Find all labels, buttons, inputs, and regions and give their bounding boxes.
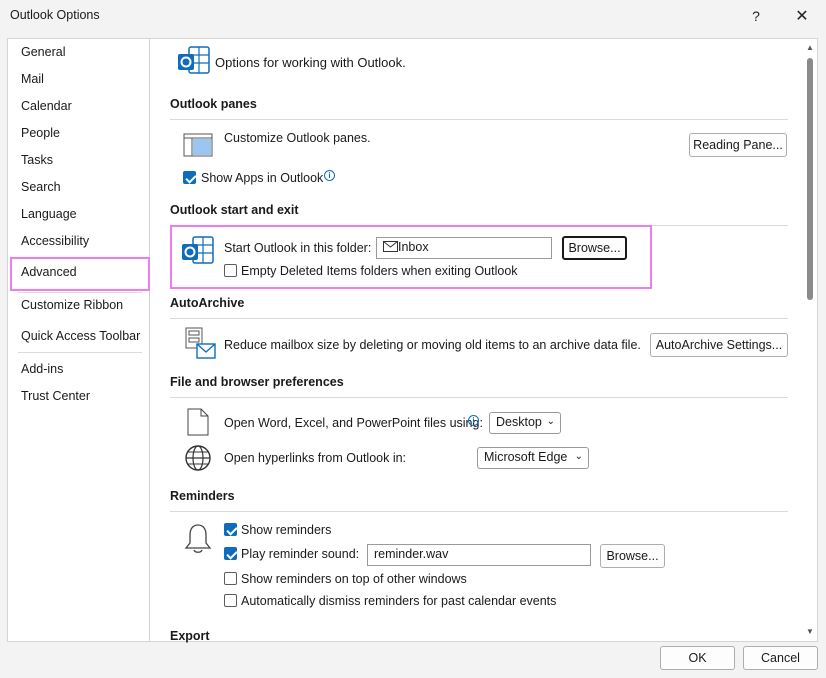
scrollbar-thumb[interactable] [807, 58, 813, 300]
mail-envelope-icon [383, 241, 398, 252]
show-apps-checkbox[interactable] [183, 171, 196, 184]
hyperlinks-value: Microsoft Edge [484, 450, 568, 464]
archive-mail-icon [185, 327, 216, 359]
window-title: Outlook Options [10, 8, 100, 22]
section-divider [170, 318, 788, 319]
start-folder-value: Inbox [398, 240, 429, 254]
hyperlinks-label: Open hyperlinks from Outlook in: [224, 451, 407, 465]
help-icon: ? [752, 8, 760, 24]
chevron-down-icon: ⌄ [574, 451, 583, 462]
sidebar-item-calendar[interactable]: Calendar [21, 99, 72, 113]
title-bar: Outlook Options ? ✕ [0, 0, 826, 32]
auto-dismiss-checkbox[interactable] [224, 594, 237, 607]
sidebar-divider [18, 292, 142, 293]
reading-pane-button[interactable]: Reading Pane... [689, 133, 787, 157]
reminder-sound-field[interactable]: reminder.wav [367, 544, 591, 566]
bell-icon [184, 524, 212, 553]
sidebar-item-customize-ribbon[interactable]: Customize Ribbon [21, 298, 123, 312]
section-title-autoarchive: AutoArchive [170, 296, 245, 310]
scroll-up-icon[interactable]: ▲ [806, 43, 814, 52]
help-button[interactable]: ? [742, 4, 770, 28]
reminders-on-top-checkbox[interactable] [224, 572, 237, 585]
section-title-outlook-panes: Outlook panes [170, 97, 257, 111]
reading-pane-button-label: Reading Pane... [693, 138, 783, 152]
sidebar-item-advanced[interactable]: Advanced [21, 265, 77, 279]
browse-button-label: Browse... [606, 549, 659, 563]
sidebar-item-search[interactable]: Search [21, 180, 61, 194]
section-title-export: Export [170, 629, 210, 643]
play-sound-label: Play reminder sound: [241, 547, 360, 561]
sidebar-item-add-ins[interactable]: Add-ins [21, 362, 63, 376]
autoarchive-settings-button[interactable]: AutoArchive Settings... [650, 333, 788, 357]
section-divider [170, 511, 788, 512]
sidebar-item-trust-center[interactable]: Trust Center [21, 389, 90, 403]
open-files-value: Desktop [496, 415, 542, 429]
document-icon [187, 408, 209, 436]
reminders-on-top-label: Show reminders on top of other windows [241, 572, 467, 586]
panes-layout-icon [183, 133, 213, 157]
start-folder-field[interactable]: Inbox [376, 237, 552, 259]
show-apps-label: Show Apps in Outlook [201, 171, 324, 185]
sidebar-item-accessibility[interactable]: Accessibility [21, 234, 89, 248]
show-reminders-checkbox[interactable] [224, 523, 237, 536]
ok-button[interactable]: OK [660, 646, 735, 670]
section-title-reminders: Reminders [170, 489, 235, 503]
sidebar-item-people[interactable]: People [21, 126, 60, 140]
chevron-down-icon: ⌄ [546, 416, 555, 427]
section-divider [170, 397, 788, 398]
scroll-down-icon[interactable]: ▼ [806, 627, 814, 636]
page-header-text: Options for working with Outlook. [215, 55, 406, 70]
info-icon[interactable]: i [324, 170, 335, 181]
outlook-logo-icon [182, 236, 214, 264]
sidebar-item-mail[interactable]: Mail [21, 72, 44, 86]
hyperlinks-select[interactable]: Microsoft Edge ⌄ [477, 447, 589, 469]
customize-panes-text: Customize Outlook panes. [224, 131, 371, 145]
autoarchive-settings-button-label: AutoArchive Settings... [655, 338, 783, 352]
browse-button-label: Browse... [568, 241, 621, 255]
info-icon[interactable]: i [468, 415, 479, 426]
cancel-button[interactable]: Cancel [743, 646, 818, 670]
sidebar-item-quick-access-toolbar[interactable]: Quick Access Toolbar [21, 329, 140, 343]
sidebar-divider [18, 352, 142, 353]
close-icon: ✕ [795, 8, 809, 25]
sidebar-item-language[interactable]: Language [21, 207, 77, 221]
start-folder-browse-button[interactable]: Browse... [562, 236, 627, 260]
open-files-select[interactable]: Desktop ⌄ [489, 412, 561, 434]
play-sound-checkbox[interactable] [224, 547, 237, 560]
section-title-start-exit: Outlook start and exit [170, 203, 299, 217]
auto-dismiss-label: Automatically dismiss reminders for past… [241, 594, 557, 608]
empty-deleted-checkbox[interactable] [224, 264, 237, 277]
options-sidebar: General Mail Calendar People Tasks Searc… [7, 38, 150, 642]
section-title-file-browser: File and browser preferences [170, 375, 344, 389]
cancel-button-label: Cancel [761, 651, 800, 665]
globe-icon [185, 445, 211, 471]
ok-button-label: OK [688, 651, 707, 665]
reminder-sound-value: reminder.wav [374, 547, 449, 561]
vertical-scrollbar[interactable]: ▲ ▼ [803, 39, 817, 641]
section-divider [170, 119, 788, 120]
options-content: Options for working with Outlook. Outloo… [150, 38, 818, 643]
close-button[interactable]: ✕ [788, 4, 816, 28]
show-reminders-label: Show reminders [241, 523, 332, 537]
start-folder-label: Start Outlook in this folder: [224, 241, 372, 255]
autoarchive-description: Reduce mailbox size by deleting or movin… [224, 338, 641, 352]
empty-deleted-label: Empty Deleted Items folders when exiting… [241, 264, 518, 278]
reminder-sound-browse-button[interactable]: Browse... [600, 544, 665, 568]
outlook-logo-icon [178, 46, 210, 74]
open-files-label: Open Word, Excel, and PowerPoint files u… [224, 416, 483, 430]
sidebar-item-general[interactable]: General [21, 45, 65, 59]
sidebar-item-tasks[interactable]: Tasks [21, 153, 53, 167]
